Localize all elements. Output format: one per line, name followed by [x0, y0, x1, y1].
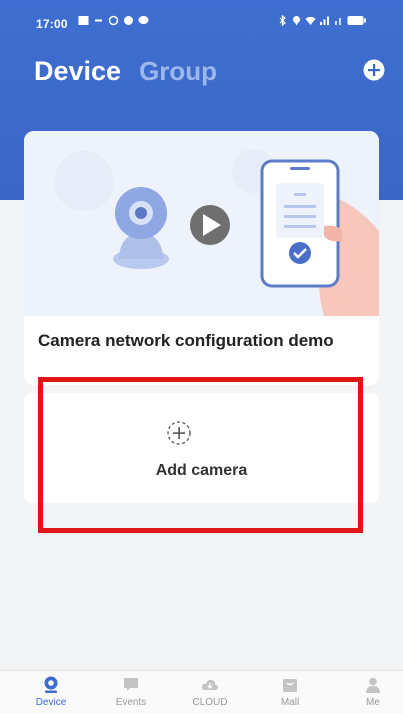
- demo-title: Camera network configuration demo: [38, 331, 334, 350]
- nav-label: Me: [366, 697, 380, 708]
- phone-illustration: [260, 159, 340, 288]
- nav-label: Device: [35, 697, 67, 708]
- camera-illustration: [113, 187, 169, 269]
- message-icon: [124, 678, 138, 691]
- demo-card[interactable]: Camera network configuration demo: [24, 131, 379, 385]
- signal-2-icon: [335, 18, 341, 25]
- status-left-icons: [78, 15, 149, 26]
- demo-illustration: [24, 131, 379, 316]
- signal-icon: [320, 16, 329, 25]
- status-bar: 17:00: [0, 0, 403, 40]
- location-icon: [293, 16, 300, 26]
- status-time: 17:00: [36, 17, 68, 31]
- nav-item-mall[interactable]: Mall: [260, 676, 320, 708]
- play-icon[interactable]: [190, 205, 230, 245]
- chat-bubble-icon: [138, 16, 149, 24]
- tab-device[interactable]: Device: [34, 56, 121, 87]
- notification-icon: [124, 16, 133, 25]
- wifi-icon: [305, 16, 316, 25]
- bluetooth-icon: [279, 15, 286, 26]
- shop-icon: [283, 679, 297, 692]
- nav-label: CLOUD: [192, 697, 228, 708]
- person-icon: [366, 677, 380, 693]
- dot-icon: [95, 19, 102, 22]
- camera-icon: [44, 676, 58, 693]
- cloud-icon: [201, 679, 219, 690]
- nav-item-device[interactable]: Device: [21, 676, 81, 708]
- battery-icon: [347, 16, 366, 25]
- tab-group[interactable]: Group: [139, 56, 217, 87]
- nav-label: Events: [115, 697, 147, 708]
- nav-item-events[interactable]: Events: [101, 676, 161, 708]
- header-tabs: Device Group: [34, 56, 217, 87]
- add-device-button[interactable]: [363, 59, 385, 81]
- nav-label: Mall: [280, 697, 300, 708]
- nav-item-cloud[interactable]: CLOUD: [180, 676, 240, 708]
- nav-item-me[interactable]: Me: [343, 676, 403, 708]
- gallery-icon: [78, 16, 89, 25]
- status-right-icons: [277, 15, 367, 26]
- sync-icon: [108, 15, 119, 26]
- highlight-box: [38, 377, 363, 533]
- bottom-nav: Device Events CLOUD Mall Me: [0, 670, 403, 714]
